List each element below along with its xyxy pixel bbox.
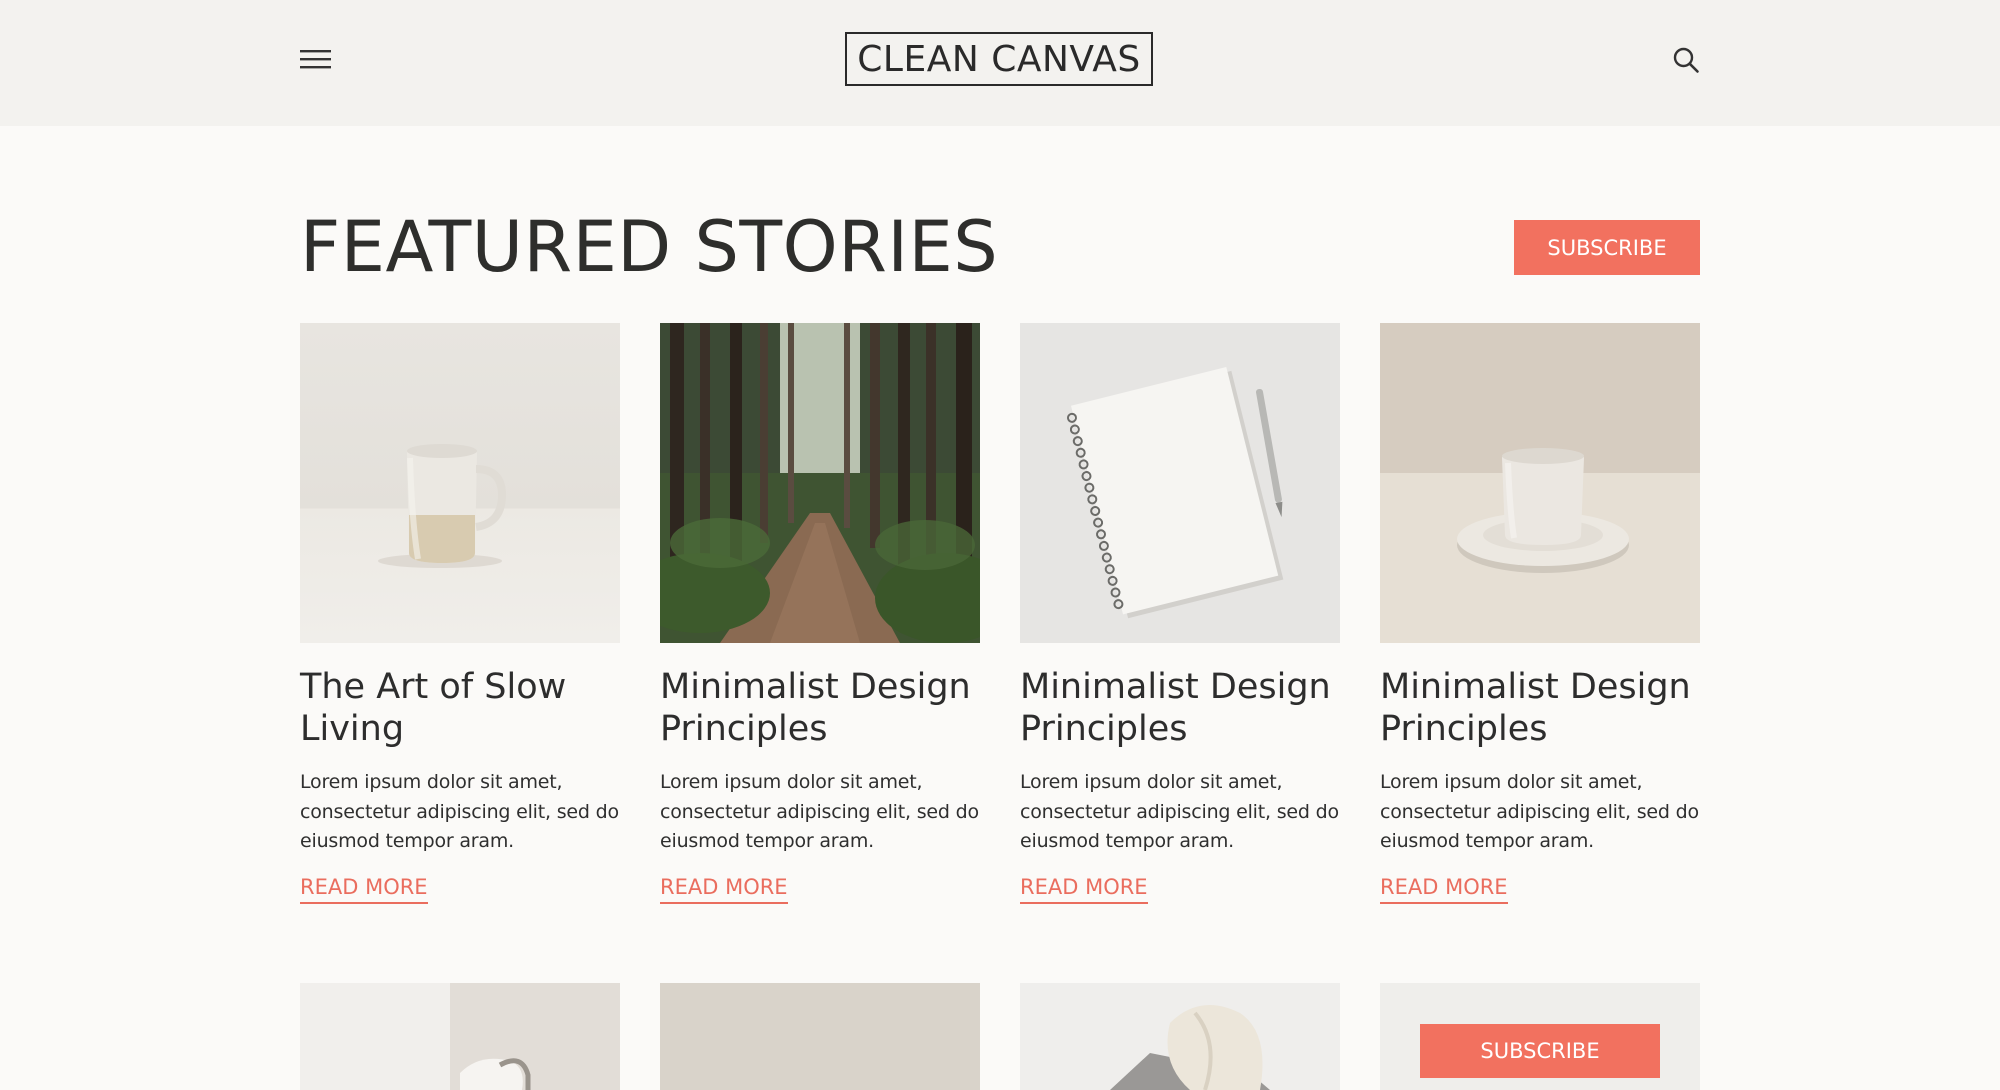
- hamburger-menu-icon[interactable]: [300, 47, 332, 71]
- subscribe-card: SUBSCRIBE: [1380, 983, 1700, 1090]
- story-excerpt: Lorem ipsum dolor sit amet, consectetur …: [660, 771, 979, 852]
- story-title[interactable]: Minimalist Design Principles: [1020, 666, 1340, 750]
- story-card: Minimalist Design Principles Lorem ipsum…: [1020, 323, 1340, 904]
- site-logo[interactable]: CLEAN CANVAS: [845, 32, 1153, 86]
- story-excerpt: Lorem ipsum dolor sit amet, consectetur …: [1020, 771, 1339, 852]
- search-icon[interactable]: [1672, 46, 1700, 74]
- story-card: The Art of Slow Living Lorem ipsum dolor…: [300, 323, 620, 904]
- read-more-link[interactable]: READ MORE: [300, 875, 428, 904]
- notebook-and-pen-photo[interactable]: [1020, 323, 1340, 643]
- forest-path-photo[interactable]: [660, 323, 980, 643]
- site-header: CLEAN CANVAS: [0, 0, 2000, 126]
- story-card-image[interactable]: [660, 983, 980, 1090]
- story-card: Minimalist Design Principles Lorem ipsum…: [660, 323, 980, 904]
- subscribe-button[interactable]: SUBSCRIBE: [1514, 220, 1700, 275]
- read-more-link[interactable]: READ MORE: [660, 875, 788, 904]
- read-more-link[interactable]: READ MORE: [1380, 875, 1508, 904]
- story-excerpt: Lorem ipsum dolor sit amet, consectetur …: [1380, 771, 1699, 852]
- page-title: FEATURED STORIES: [300, 206, 999, 288]
- story-card-image[interactable]: [300, 983, 620, 1090]
- story-card: Minimalist Design Principles Lorem ipsum…: [1380, 323, 1700, 904]
- story-title[interactable]: The Art of Slow Living: [300, 666, 620, 750]
- story-title[interactable]: Minimalist Design Principles: [1380, 666, 1700, 750]
- cup-and-saucer-photo[interactable]: [1380, 323, 1700, 643]
- subscribe-card-button[interactable]: SUBSCRIBE: [1420, 1024, 1660, 1078]
- story-card-image[interactable]: [1020, 983, 1340, 1090]
- story-excerpt: Lorem ipsum dolor sit amet, consectetur …: [300, 771, 619, 852]
- read-more-link[interactable]: READ MORE: [1020, 875, 1148, 904]
- story-title[interactable]: Minimalist Design Principles: [660, 666, 980, 750]
- ceramic-mug-photo[interactable]: [300, 323, 620, 643]
